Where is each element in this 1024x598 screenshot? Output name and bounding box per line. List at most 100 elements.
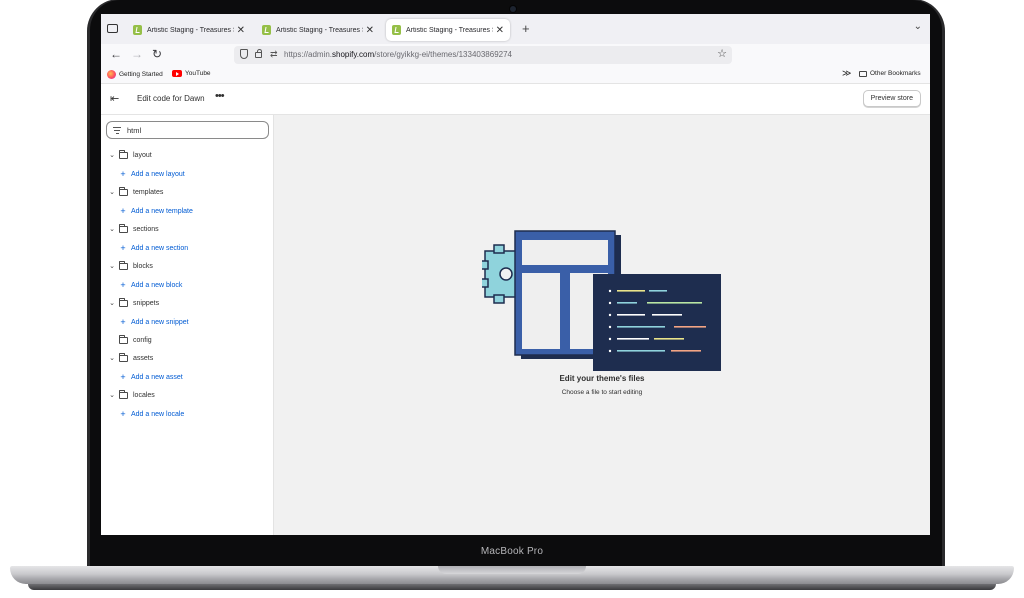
close-icon[interactable]: ✕: [237, 25, 245, 36]
folder-icon: [119, 389, 128, 399]
browser-navbar: ← → ↻ ⇄ https://admin.shopify.com/store/…: [101, 44, 930, 66]
bookmark-getting-started[interactable]: Getting Started: [107, 70, 163, 79]
folder-templates[interactable]: ⌄ templates: [101, 186, 163, 198]
more-actions-icon[interactable]: •••: [215, 90, 225, 102]
add-locale-link[interactable]: + Add a new locale: [101, 408, 184, 420]
browser-tab[interactable]: Artistic Staging - Treasures Sto ✕: [127, 19, 251, 41]
empty-state-title: Edit your theme's files: [559, 374, 645, 383]
other-bookmarks-label: Other Bookmarks: [870, 70, 921, 77]
folder-label: locales: [133, 391, 155, 399]
forward-arrow-icon[interactable]: →: [131, 47, 143, 61]
other-bookmarks[interactable]: Other Bookmarks: [859, 70, 921, 77]
preview-store-button[interactable]: Preview store: [862, 90, 921, 107]
folder-snippets[interactable]: ⌄ snippets: [101, 297, 159, 309]
tab-list-icon[interactable]: [107, 24, 118, 33]
folder-label: blocks: [133, 262, 153, 270]
folder-label: config: [133, 336, 152, 344]
gear-icon: [482, 244, 520, 304]
add-link-label: Add a new section: [131, 244, 189, 252]
browser-tab-active[interactable]: Artistic Staging - Treasures Sto ✕: [386, 19, 510, 41]
shopify-icon: [392, 25, 401, 35]
folder-config[interactable]: config: [101, 334, 152, 346]
folder-icon: [119, 334, 128, 344]
add-section-link[interactable]: + Add a new section: [101, 242, 188, 254]
firefox-icon: [107, 70, 116, 79]
plus-icon: +: [120, 206, 126, 216]
url-text[interactable]: https://admin.shopify.com/store/gyikkg-e…: [284, 50, 512, 59]
chevron-down-icon: ⌄: [109, 355, 115, 362]
add-link-label: Add a new layout: [131, 170, 185, 178]
file-sidebar: html ⌄ layout + Add a new layout ⌄ template…: [101, 115, 274, 535]
app-header: ⇤ Edit code for Dawn ••• Preview store: [101, 83, 930, 115]
laptop-base-bottom: [28, 584, 996, 590]
folder-blocks[interactable]: ⌄ blocks: [101, 260, 153, 272]
address-bar[interactable]: ⇄ https://admin.shopify.com/store/gyikkg…: [234, 46, 732, 64]
close-icon[interactable]: ✕: [366, 25, 374, 36]
plus-icon: +: [120, 243, 126, 253]
bookmark-star-icon[interactable]: ☆: [717, 47, 727, 60]
folder-layout[interactable]: ⌄ layout: [101, 149, 152, 161]
folder-label: snippets: [133, 299, 160, 307]
chevron-down-icon[interactable]: ⌄: [914, 21, 922, 32]
folder-sections[interactable]: ⌄ sections: [101, 223, 159, 235]
plus-icon: +: [120, 317, 126, 327]
theme-files-illustration: [482, 230, 721, 371]
editor-area: Edit your theme's files Choose a file to…: [274, 115, 930, 535]
lock-icon[interactable]: [255, 49, 262, 58]
tab-title: Artistic Staging - Treasures Sto: [276, 26, 363, 34]
folder-assets[interactable]: ⌄ assets: [101, 352, 153, 364]
folder-icon: [119, 260, 128, 270]
chevron-down-icon: ⌄: [109, 300, 115, 307]
bookmark-label: YouTube: [185, 70, 211, 77]
exit-icon[interactable]: ⇤: [110, 92, 119, 105]
folder-icon: [119, 297, 128, 307]
page-title: Edit code for Dawn: [137, 94, 205, 103]
youtube-icon: [172, 70, 182, 77]
add-link-label: Add a new block: [131, 281, 183, 289]
folder-label: layout: [133, 151, 152, 159]
screen: Artistic Staging - Treasures Sto ✕ Artis…: [101, 14, 930, 535]
back-arrow-icon[interactable]: ←: [110, 47, 122, 61]
file-search-input[interactable]: html: [106, 121, 269, 139]
folder-label: assets: [133, 354, 154, 362]
add-link-label: Add a new locale: [131, 410, 185, 418]
chevron-down-icon: ⌄: [109, 189, 115, 196]
folder-label: sections: [133, 225, 159, 233]
device-label: MacBook Pro: [480, 546, 544, 557]
add-link-label: Add a new asset: [131, 373, 183, 381]
add-snippet-link[interactable]: + Add a new snippet: [101, 316, 189, 328]
permissions-icon[interactable]: ⇄: [270, 49, 278, 60]
add-link-label: Add a new template: [131, 207, 193, 215]
filter-icon: [113, 127, 121, 136]
bookmark-youtube[interactable]: YouTube: [172, 70, 211, 77]
add-template-link[interactable]: + Add a new template: [101, 205, 193, 217]
bookmarks-overflow-icon[interactable]: ≫: [842, 68, 851, 79]
plus-icon: +: [120, 280, 126, 290]
new-tab-button[interactable]: +: [522, 21, 530, 36]
add-link-label: Add a new snippet: [131, 318, 189, 326]
search-value: html: [127, 126, 142, 135]
plus-icon: +: [120, 409, 126, 419]
tab-title: Artistic Staging - Treasures Sto: [406, 26, 493, 34]
laptop-notch: [438, 566, 586, 574]
close-icon[interactable]: ✕: [496, 25, 504, 36]
folder-icon: [119, 352, 128, 362]
folder-icon: [119, 223, 128, 233]
chevron-down-icon: ⌄: [109, 263, 115, 270]
add-layout-link[interactable]: + Add a new layout: [101, 168, 185, 180]
plus-icon: +: [120, 372, 126, 382]
webcam: [510, 6, 516, 12]
folder-locales[interactable]: ⌄ locales: [101, 389, 155, 401]
tab-title: Artistic Staging - Treasures Sto: [147, 26, 234, 34]
folder-label: templates: [133, 188, 164, 196]
shield-icon[interactable]: [240, 49, 248, 59]
shopify-icon: [133, 25, 142, 35]
reload-icon[interactable]: ↻: [152, 47, 162, 61]
folder-icon: [859, 70, 867, 77]
folder-icon: [119, 149, 128, 159]
add-block-link[interactable]: + Add a new block: [101, 279, 182, 291]
chevron-down-icon: ⌄: [109, 152, 115, 159]
chevron-down-icon: ⌄: [109, 392, 115, 399]
browser-tab[interactable]: Artistic Staging - Treasures Sto ✕: [256, 19, 380, 41]
add-asset-link[interactable]: + Add a new asset: [101, 371, 183, 383]
